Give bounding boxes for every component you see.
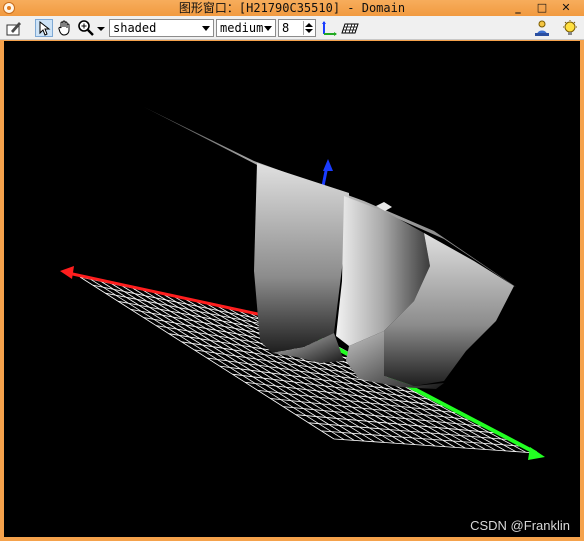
close-button[interactable]: ✕ [554, 0, 578, 16]
level-value: 8 [282, 21, 290, 35]
3d-viewport[interactable] [4, 41, 580, 537]
grid-plane-icon[interactable] [341, 19, 359, 37]
surface-render-svg [60, 107, 572, 460]
surface-left-wall [254, 163, 349, 353]
maximize-button[interactable]: □ [530, 0, 554, 16]
spinner-arrows-icon[interactable] [303, 21, 314, 35]
chevron-down-icon [264, 26, 272, 31]
zoom-magnifier-icon[interactable] [77, 19, 95, 37]
quality-select[interactable]: medium [216, 19, 276, 37]
title-bar[interactable]: 图形窗口：[H21790C35510] - Domain _ □ ✕ [0, 0, 584, 16]
chevron-down-icon [202, 26, 210, 31]
shaded-surface [144, 107, 572, 389]
x-axis-arrowhead [60, 266, 74, 279]
axes-icon[interactable] [320, 19, 338, 37]
window-title: 图形窗口：[H21790C35510] - Domain [178, 1, 406, 15]
zoom-dropdown-arrow-icon[interactable] [95, 19, 107, 37]
lighting-person-icon[interactable] [533, 19, 551, 37]
toolbar: shaded medium 8 [0, 16, 584, 40]
minimize-button[interactable]: _ [506, 0, 530, 16]
z-axis-arrowhead [323, 159, 333, 171]
app-window: 图形窗口：[H21790C35510] - Domain _ □ ✕ shade… [0, 0, 584, 541]
render-mode-select[interactable]: shaded [109, 19, 214, 37]
pointer-select-icon[interactable] [35, 19, 53, 37]
render-mode-value: shaded [113, 21, 157, 35]
quality-value: medium [220, 21, 264, 35]
watermark: CSDN @Franklin [470, 518, 570, 533]
edit-pencil-icon[interactable] [5, 19, 23, 37]
lightbulb-icon[interactable] [561, 19, 579, 37]
pan-hand-icon[interactable] [56, 19, 74, 37]
y-axis-arrowhead [528, 447, 545, 460]
level-spinner[interactable]: 8 [278, 19, 316, 37]
